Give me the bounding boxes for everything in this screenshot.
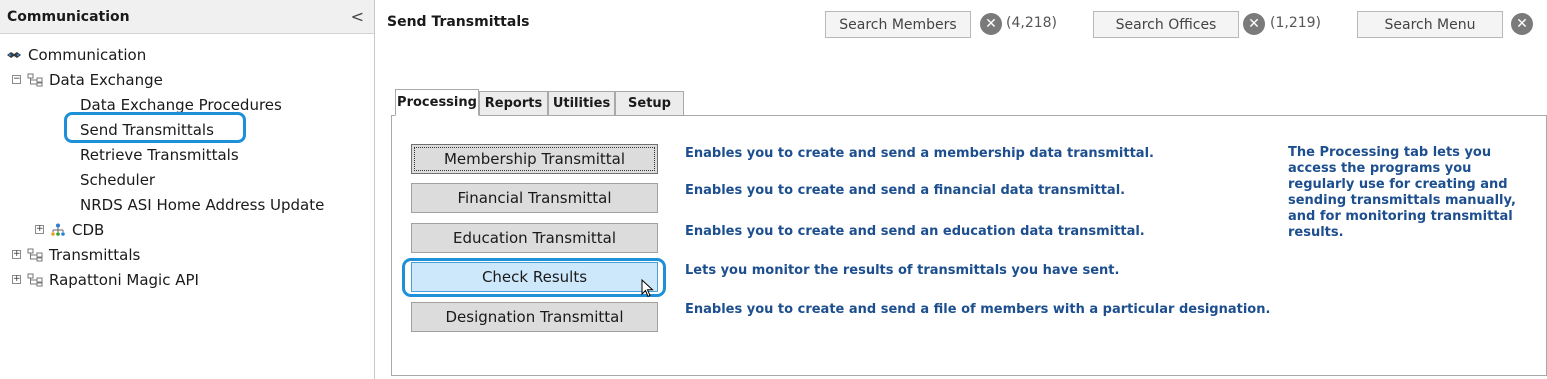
- tab-utilities[interactable]: Utilities: [548, 91, 615, 116]
- tree-item-rapattoni-magic-api[interactable]: + Rapattoni Magic API: [0, 267, 374, 292]
- page-title: Send Transmittals: [387, 14, 530, 30]
- tree-item-label: Rapattoni Magic API: [49, 270, 199, 289]
- tree-item-label: Retrieve Transmittals: [80, 145, 239, 164]
- tree-item-label: Communication: [28, 45, 147, 64]
- search-offices-button[interactable]: Search Offices: [1093, 11, 1239, 38]
- tab-processing[interactable]: Processing: [395, 89, 479, 116]
- check-results-highlight: [402, 258, 666, 297]
- tree-item-transmittals[interactable]: + Transmittals: [0, 242, 374, 267]
- tree-item-nrds-asi-home-address-update[interactable]: NRDS ASI Home Address Update: [0, 192, 374, 217]
- tree-item-scheduler[interactable]: Scheduler: [0, 167, 374, 192]
- data-exchange-icon: [27, 273, 43, 287]
- tree-item-retrieve-transmittals[interactable]: Retrieve Transmittals: [0, 142, 374, 167]
- education-transmittal-button[interactable]: Education Transmittal: [411, 223, 658, 253]
- financial-transmittal-button[interactable]: Financial Transmittal: [411, 183, 658, 213]
- tree-item-label: Data Exchange Procedures: [80, 95, 282, 114]
- navigation-tree: Communication − Data Exchange Data Excha…: [0, 34, 374, 292]
- clear-offices-search-icon[interactable]: ✕: [1243, 13, 1265, 35]
- members-count: (4,218): [1006, 15, 1058, 31]
- data-exchange-icon: [27, 73, 43, 87]
- expand-icon[interactable]: +: [12, 275, 21, 284]
- search-menu-button[interactable]: Search Menu: [1357, 11, 1503, 38]
- tree-item-label: Data Exchange: [49, 70, 163, 89]
- financial-transmittal-description: Enables you to create and send a financi…: [685, 183, 1126, 198]
- navigation-panel: Communication < Communication − Data Exc…: [0, 0, 375, 379]
- tab-setup[interactable]: Setup: [615, 91, 684, 116]
- tab-reports[interactable]: Reports: [479, 91, 548, 116]
- clear-menu-search-icon[interactable]: ✕: [1511, 13, 1533, 35]
- offices-count: (1,219): [1270, 15, 1322, 31]
- tree-item-label: Transmittals: [49, 245, 141, 264]
- collapse-panel-button[interactable]: <: [351, 7, 364, 26]
- org-chart-icon: [50, 223, 66, 237]
- tree-item-label: Scheduler: [80, 170, 156, 189]
- data-exchange-icon: [27, 248, 43, 262]
- collapse-icon[interactable]: −: [12, 75, 21, 84]
- tree-item-communication[interactable]: Communication: [0, 42, 374, 67]
- expand-icon[interactable]: +: [12, 250, 21, 259]
- clear-members-search-icon[interactable]: ✕: [980, 13, 1002, 35]
- panel-header: Communication <: [0, 0, 374, 34]
- tree-item-label: NRDS ASI Home Address Update: [80, 195, 325, 214]
- designation-transmittal-description: Enables you to create and send a file of…: [685, 302, 1271, 317]
- search-members-button[interactable]: Search Members: [825, 11, 971, 38]
- processing-tab-help-text: The Processing tab lets you access the p…: [1288, 145, 1516, 240]
- tree-item-data-exchange[interactable]: − Data Exchange: [0, 67, 374, 92]
- tree-item-cdb[interactable]: + CDB: [0, 217, 374, 242]
- expand-icon[interactable]: +: [35, 225, 44, 234]
- tree-item-send-transmittals[interactable]: Send Transmittals: [0, 112, 374, 143]
- education-transmittal-description: Enables you to create and send an educat…: [685, 224, 1145, 239]
- check-results-description: Lets you monitor the results of transmit…: [685, 263, 1120, 278]
- membership-transmittal-button[interactable]: Membership Transmittal: [411, 144, 658, 174]
- tree-item-label: CDB: [72, 220, 105, 239]
- mouse-pointer-icon: [641, 278, 655, 303]
- panel-title: Communication: [7, 8, 130, 25]
- membership-transmittal-description: Enables you to create and send a members…: [685, 146, 1154, 161]
- designation-transmittal-button[interactable]: Designation Transmittal: [411, 302, 658, 332]
- communication-icon: [6, 48, 22, 62]
- selection-highlight: [64, 112, 246, 143]
